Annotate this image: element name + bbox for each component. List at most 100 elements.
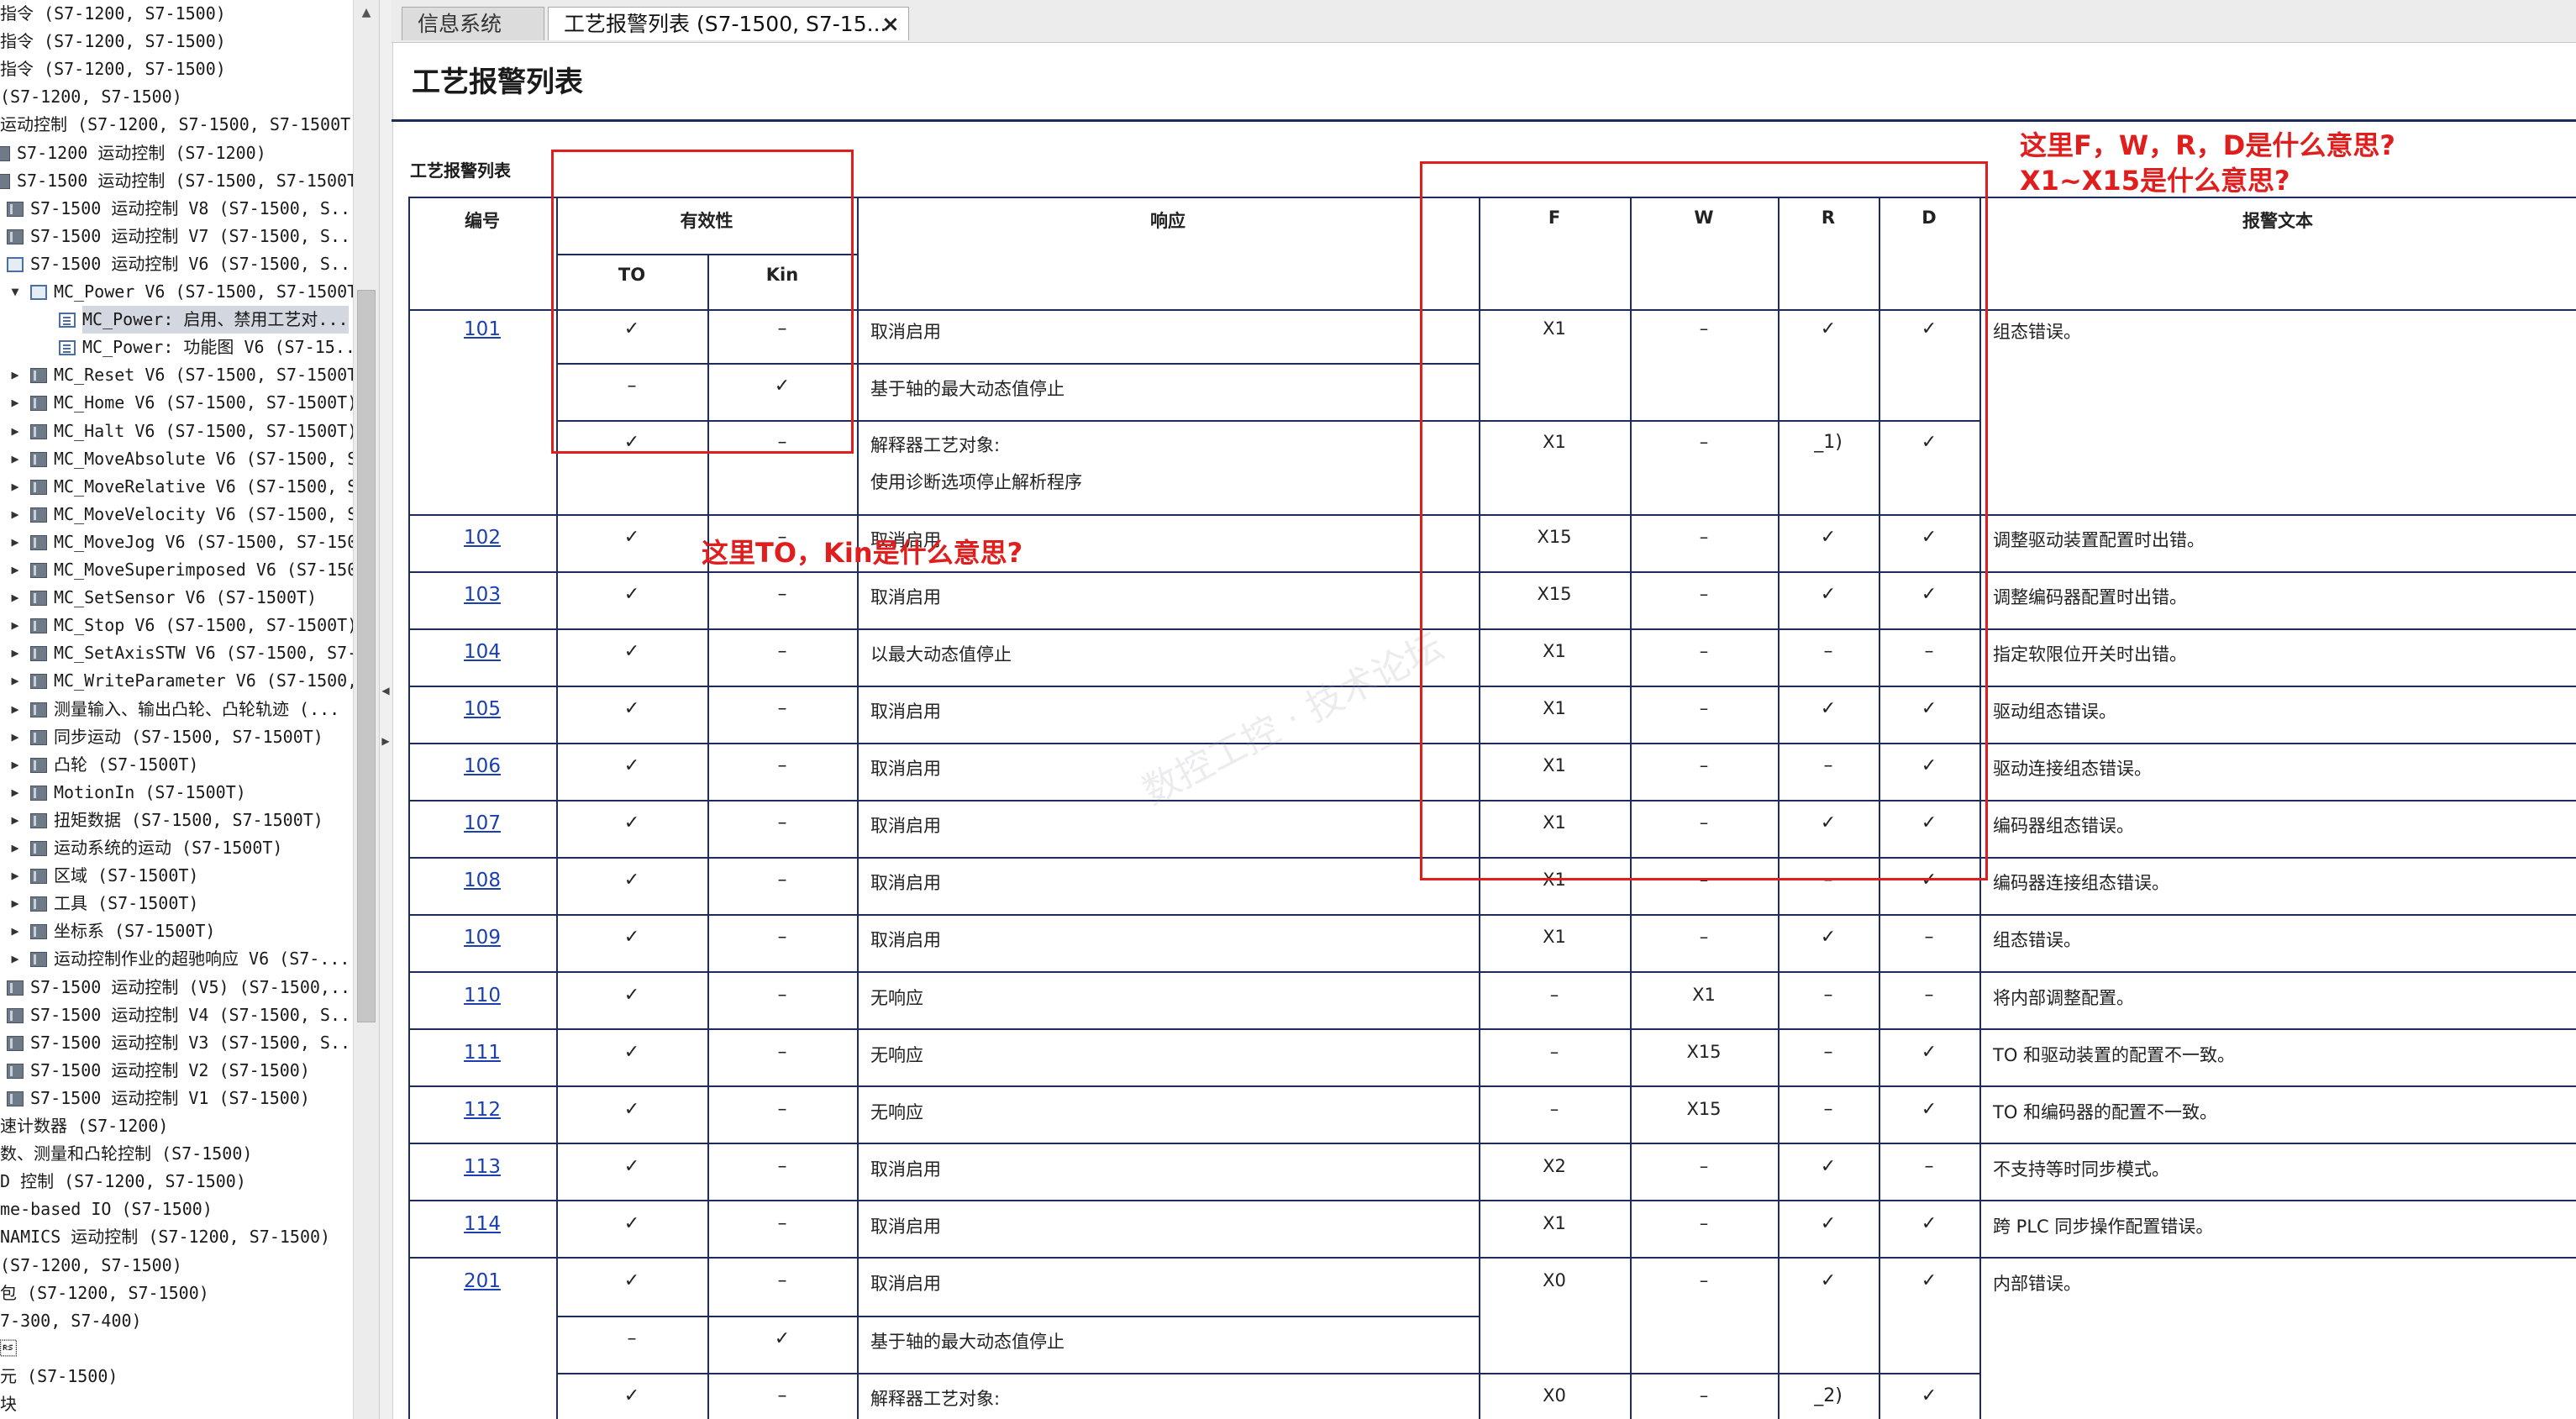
w-value: X1	[1692, 985, 1716, 1005]
kin-validity: –	[777, 641, 787, 662]
sub-row-rule	[1479, 1373, 1979, 1374]
row-rule	[408, 1143, 2576, 1144]
alarm-text: 内部错误。	[1993, 1274, 2081, 1294]
f-value: X1	[1543, 927, 1566, 947]
f-value: X0	[1543, 1385, 1566, 1406]
kin-validity: –	[777, 870, 787, 891]
alarm-number-link[interactable]: 111	[408, 1042, 556, 1064]
to-validity: ✓	[623, 812, 640, 833]
r-value: ✓	[1820, 1270, 1837, 1291]
to-validity: ✓	[623, 1042, 640, 1063]
to-validity: –	[627, 1328, 637, 1349]
alarm-text: 组态错误。	[1993, 322, 2081, 342]
table-rule	[857, 197, 859, 1419]
alarm-number-link[interactable]: 110	[408, 985, 556, 1006]
to-validity: ✓	[623, 1213, 640, 1234]
alarm-number-link[interactable]: 103	[408, 584, 556, 606]
row-rule	[408, 1257, 2576, 1259]
row-rule	[408, 914, 2576, 916]
row-rule	[408, 1085, 2576, 1087]
response-text: 取消启用	[870, 930, 941, 950]
kin-validity: –	[777, 1156, 787, 1177]
row-rule	[408, 971, 2576, 973]
f-value: –	[1549, 1099, 1559, 1119]
alarm-number-link[interactable]: 114	[408, 1213, 556, 1235]
response-text: 取消启用	[870, 816, 941, 836]
w-value: –	[1699, 1385, 1709, 1406]
alarm-number-link[interactable]: 106	[408, 755, 556, 777]
f-value: –	[1549, 1042, 1559, 1062]
d-value: ✓	[1921, 1385, 1937, 1406]
alarm-text: 不支持等时同步模式。	[1993, 1159, 2169, 1180]
alarm-text: 跨 PLC 同步操作配置错误。	[1993, 1217, 2214, 1237]
kin-validity: –	[777, 1099, 787, 1120]
d-value: –	[1924, 985, 1934, 1006]
row-rule	[408, 1200, 2576, 1201]
alarm-text: 驱动组态错误。	[1993, 702, 2116, 722]
response-text: 无响应	[870, 988, 923, 1008]
d-value: ✓	[1921, 1099, 1937, 1120]
f-value: –	[1549, 985, 1559, 1005]
alarm-number-link[interactable]: 109	[408, 927, 556, 949]
to-validity: ✓	[623, 870, 640, 891]
sub-row-rule	[556, 1373, 1479, 1374]
to-validity: ✓	[623, 584, 640, 605]
alarm-text: 驱动连接组态错误。	[1993, 759, 2152, 779]
kin-validity: –	[777, 1042, 787, 1063]
response-text: 取消启用	[870, 322, 941, 342]
w-value: –	[1699, 1213, 1709, 1233]
to-validity: ✓	[623, 985, 640, 1006]
r-value: ✓	[1820, 927, 1837, 948]
response-text: 基于轴的最大动态值停止	[870, 1332, 1065, 1352]
d-value: ✓	[1921, 1042, 1937, 1063]
alarm-text: 编码器组态错误。	[1993, 816, 2134, 836]
alarm-number-link[interactable]: 105	[408, 698, 556, 720]
annotation-box-to-kin	[551, 150, 854, 454]
response-text: 取消启用	[870, 1159, 941, 1180]
response-text-line2: 使用诊断选项停止解析程序	[870, 472, 1082, 492]
to-validity: ✓	[623, 641, 640, 662]
kin-validity: –	[777, 1385, 787, 1406]
response-text: 取消启用	[870, 587, 941, 607]
to-validity: ✓	[623, 927, 640, 948]
alarm-number-link[interactable]: 113	[408, 1156, 556, 1178]
header-number: 编号	[465, 211, 500, 231]
to-validity: ✓	[623, 698, 640, 719]
alarm-number-link[interactable]: 201	[408, 1270, 556, 1292]
kin-validity: –	[777, 698, 787, 719]
table-rule	[408, 197, 410, 1419]
w-value: X15	[1686, 1099, 1722, 1119]
d-value: –	[1924, 1156, 1934, 1177]
r-value: _2)	[1814, 1385, 1843, 1406]
alarm-number-link[interactable]: 104	[408, 641, 556, 663]
annotation-question-x1-x15: X1~X15是什么意思?	[2020, 165, 2290, 197]
f-value: X2	[1543, 1156, 1566, 1176]
alarm-number-link[interactable]: 102	[408, 527, 556, 549]
kin-validity: –	[777, 927, 787, 948]
r-value: –	[1823, 985, 1833, 1006]
alarm-number-link[interactable]: 101	[408, 318, 556, 340]
to-validity: ✓	[623, 755, 640, 776]
annotation-box-fwrd	[1420, 161, 1988, 880]
alarm-number-link[interactable]: 112	[408, 1099, 556, 1121]
annotation-question-to-kin: 这里TO，Kin是什么意思?	[702, 537, 1023, 569]
alarm-text: 调整驱动装置配置时出错。	[1993, 530, 2205, 550]
d-value: ✓	[1921, 1270, 1937, 1291]
alarm-text: 编码器连接组态错误。	[1993, 873, 2169, 893]
response-text: 取消启用	[870, 702, 941, 722]
w-value: X15	[1686, 1042, 1722, 1062]
response-text: 取消启用	[870, 1274, 941, 1294]
to-validity: ✓	[623, 1270, 640, 1291]
alarm-number-link[interactable]: 108	[408, 870, 556, 891]
r-value: –	[1823, 1042, 1833, 1063]
to-validity: ✓	[623, 1156, 640, 1177]
d-value: ✓	[1921, 1213, 1937, 1234]
response-text: 取消启用	[870, 759, 941, 779]
annotation-question-fwrd: 这里F，W，R，D是什么意思?	[2020, 129, 2395, 161]
alarm-number-link[interactable]: 107	[408, 812, 556, 834]
row-rule	[408, 1028, 2576, 1030]
w-value: –	[1699, 927, 1709, 947]
w-value: –	[1699, 1156, 1709, 1176]
kin-validity: –	[777, 1213, 787, 1234]
alarm-text: TO 和驱动装置的配置不一致。	[1993, 1045, 2236, 1065]
